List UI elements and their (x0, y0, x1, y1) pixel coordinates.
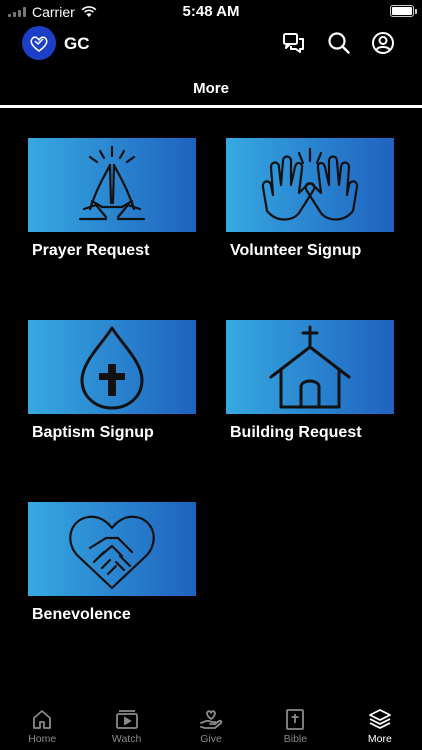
status-bar: Carrier 5:48 AM (0, 0, 422, 22)
praying-hands-icon (78, 145, 146, 221)
tile-label: Building Request (230, 424, 362, 441)
tab-label: Give (200, 733, 222, 745)
tile-image (28, 502, 196, 596)
water-drop-cross-icon (80, 326, 144, 410)
tile-image (226, 320, 394, 414)
tile-label: Prayer Request (32, 242, 150, 259)
tab-label: More (367, 733, 392, 745)
raised-hands-icon (261, 147, 359, 221)
tab-give[interactable]: Give (169, 702, 253, 750)
page-title: More (193, 80, 229, 97)
home-icon (33, 710, 52, 729)
tab-bible[interactable]: Bible (253, 702, 337, 750)
benevolence-tile[interactable]: Benevolence (28, 502, 196, 624)
status-time: 5:48 AM (182, 3, 240, 20)
chat-icon[interactable] (281, 30, 307, 56)
tile-label: Benevolence (32, 606, 131, 623)
search-icon[interactable] (326, 30, 352, 56)
give-icon (200, 710, 223, 729)
tab-home[interactable]: Home (0, 702, 84, 750)
app-name: GC (64, 34, 90, 53)
bible-icon (286, 709, 305, 730)
battery-icon (390, 5, 417, 17)
layers-icon (368, 709, 391, 729)
tab-label: Home (28, 733, 57, 745)
prayer-request-tile[interactable]: Prayer Request (28, 138, 196, 260)
tile-label: Volunteer Signup (230, 242, 362, 259)
tab-label: Watch (111, 733, 142, 745)
profile-icon[interactable] (370, 30, 396, 56)
title-underline (0, 105, 422, 108)
app-header: GC (0, 26, 422, 62)
tile-image (28, 320, 196, 414)
volunteer-signup-tile[interactable]: Volunteer Signup (226, 138, 394, 260)
church-logo[interactable] (22, 26, 56, 60)
tab-watch[interactable]: Watch (84, 702, 168, 750)
tab-label: Bible (283, 733, 308, 745)
tile-image (28, 138, 196, 232)
church-icon (269, 325, 351, 409)
play-icon (115, 710, 138, 729)
tile-label: Baptism Signup (32, 424, 154, 441)
baptism-signup-tile[interactable]: Baptism Signup (28, 320, 196, 442)
heart-handshake-icon (69, 515, 155, 590)
logo-icon (30, 36, 48, 52)
building-request-tile[interactable]: Building Request (226, 320, 394, 442)
tile-image (226, 138, 394, 232)
tab-bar: Home Watch Give Bible More (0, 702, 422, 750)
tab-more[interactable]: More (338, 702, 422, 750)
